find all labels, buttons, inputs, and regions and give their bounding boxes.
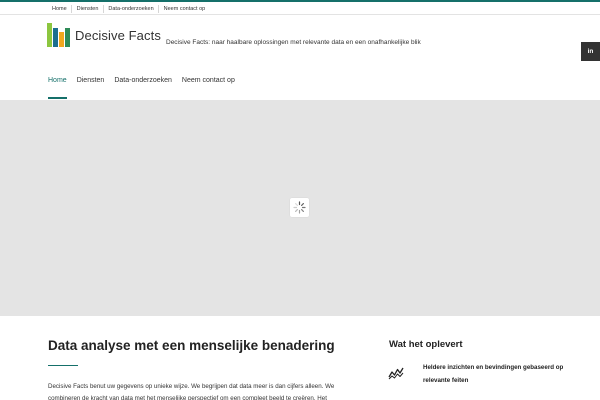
logo-bar xyxy=(59,32,64,47)
site-tagline: Decisive Facts: naar haalbare oplossinge… xyxy=(166,39,421,46)
top-nav: Home Diensten Data-onderzoeken Neem cont… xyxy=(48,5,210,13)
linkedin-button[interactable]: in xyxy=(581,42,600,61)
main-nav-data-onderzoeken[interactable]: Data-onderzoeken xyxy=(114,77,172,84)
top-nav-diensten[interactable]: Diensten xyxy=(72,5,104,13)
top-nav-contact[interactable]: Neem contact op xyxy=(159,5,210,13)
main-nav-diensten[interactable]: Diensten xyxy=(77,77,105,84)
main-nav-home[interactable]: Home xyxy=(48,77,67,99)
logo-mark-icon xyxy=(47,23,71,47)
main-nav: Home Diensten Data-onderzoeken Neem cont… xyxy=(48,77,245,99)
top-nav-home[interactable]: Home xyxy=(48,5,73,13)
top-bar: Home Diensten Data-onderzoeken Neem cont… xyxy=(0,0,600,15)
logo-text: Decisive Facts xyxy=(75,27,161,43)
main-nav-contact[interactable]: Neem contact op xyxy=(182,77,235,84)
trend-line-icon xyxy=(388,366,404,385)
site-logo[interactable]: Decisive Facts xyxy=(47,23,161,47)
logo-bar xyxy=(47,23,52,47)
intro-text: Decisive Facts benut uw gegevens op unie… xyxy=(48,383,335,400)
section-heading: Data analyse met een menselijke benaderi… xyxy=(48,338,335,353)
logo-bar xyxy=(53,28,58,47)
linkedin-icon: in xyxy=(587,48,594,55)
benefits-heading: Wat het oplevert xyxy=(389,339,463,350)
top-nav-data-onderzoeken[interactable]: Data-onderzoeken xyxy=(104,5,160,13)
benefit-item: Heldere inzichten en bevindingen gebasee… xyxy=(423,364,564,384)
logo-bar xyxy=(65,28,70,47)
loading-spinner-icon xyxy=(290,198,309,217)
heading-divider xyxy=(48,365,78,366)
